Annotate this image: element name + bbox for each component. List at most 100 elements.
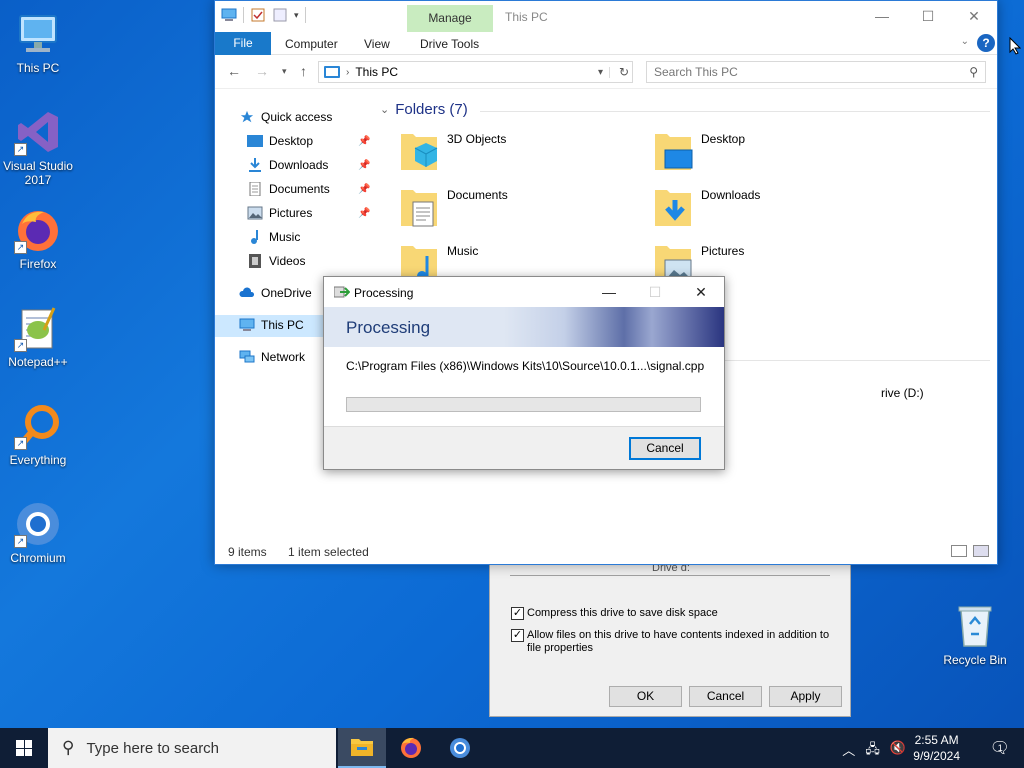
sidebar-item-onedrive[interactable]: OneDrive <box>239 286 312 300</box>
tab-view[interactable]: View <box>364 37 390 51</box>
folder-name: Documents <box>447 188 508 202</box>
desktop-icon-chromium[interactable]: ↗ Chromium <box>0 500 76 565</box>
taskbar-file-explorer[interactable] <box>338 728 386 768</box>
large-icons-view-icon[interactable] <box>973 545 989 557</box>
compress-checkbox[interactable]: ✓ <box>511 607 524 620</box>
search-input[interactable]: Search This PC ⚲ <box>646 61 986 83</box>
windows-logo-icon <box>16 740 32 756</box>
desktop-icon-label: Everything <box>9 453 67 467</box>
computer-icon[interactable] <box>221 7 237 23</box>
desktop-icon-visual-studio[interactable]: ↗ Visual Studio 2017 <box>0 108 76 187</box>
sidebar-item-documents[interactable]: Documents <box>247 182 330 196</box>
file-explorer-icon <box>351 739 373 756</box>
sidebar-item-pictures[interactable]: Pictures <box>247 206 312 220</box>
recent-locations-icon[interactable]: ▾ <box>282 66 287 77</box>
view-switcher <box>951 545 989 557</box>
minimize-button[interactable]: — <box>859 1 905 31</box>
recycle-bin-icon <box>951 602 999 650</box>
folder-item-documents[interactable]: Documents <box>399 186 508 228</box>
help-icon[interactable]: ? <box>977 34 995 52</box>
taskbar-chromium[interactable] <box>436 728 484 768</box>
sidebar-item-music[interactable]: Music <box>247 230 300 244</box>
dialog-heading: Processing <box>346 318 431 337</box>
status-bar: 9 items 1 item selected <box>215 540 997 564</box>
sidebar-item-label: Network <box>261 350 306 364</box>
details-view-icon[interactable] <box>951 545 967 557</box>
close-button[interactable]: ✕ <box>951 1 997 31</box>
sidebar-item-network[interactable]: Network <box>239 350 305 364</box>
volume-muted-icon[interactable]: 🔇 <box>890 740 906 762</box>
forward-arrow-icon[interactable]: → <box>255 63 269 79</box>
pin-icon[interactable]: 📌 <box>358 184 370 195</box>
search-icon: ⚲ <box>969 65 978 79</box>
folder-item-3d-objects[interactable]: 3D Objects <box>399 130 506 172</box>
expand-ribbon-icon[interactable]: ⌄ <box>961 36 969 47</box>
clock[interactable]: 2:55 AM 9/9/2024 <box>913 732 960 764</box>
desktop-icon-label: Visual Studio 2017 <box>3 159 73 187</box>
start-button[interactable] <box>0 728 48 768</box>
sidebar-item-desktop[interactable]: Desktop <box>247 134 313 148</box>
clock-time: 2:55 AM <box>914 733 959 747</box>
ok-button[interactable]: OK <box>609 686 682 707</box>
tab-computer[interactable]: Computer <box>285 37 338 51</box>
new-folder-icon[interactable] <box>272 7 288 23</box>
folder-item-downloads[interactable]: Downloads <box>653 186 760 228</box>
customize-toolbar-icon[interactable]: ▾ <box>294 10 299 21</box>
taskbar-search-box[interactable]: ⚲ Type here to search <box>48 728 336 768</box>
shortcut-arrow-icon: ↗ <box>14 437 27 450</box>
close-button[interactable]: ✕ <box>678 277 724 307</box>
drive-item-d[interactable]: rive (D:) <box>881 386 924 400</box>
desktop-icon-notepadpp[interactable]: ↗ Notepad++ <box>0 304 76 369</box>
tab-manage[interactable]: Manage <box>407 5 493 32</box>
dialog-body: C:\Program Files (x86)\Windows Kits\10\S… <box>324 347 724 427</box>
sidebar-item-label: Videos <box>269 254 306 268</box>
index-drive-option[interactable]: ✓ Allow files on this drive to have cont… <box>511 629 831 655</box>
index-checkbox[interactable]: ✓ <box>511 629 524 642</box>
title-bar: ▾ Manage This PC — ☐ ✕ <box>215 1 997 32</box>
mouse-cursor-icon <box>1009 37 1021 55</box>
sidebar-item-label: Downloads <box>269 158 329 172</box>
tab-file[interactable]: File <box>215 32 271 55</box>
dialog-banner: Processing <box>324 307 724 347</box>
compress-drive-option[interactable]: ✓ Compress this drive to save disk space <box>511 607 718 620</box>
sidebar-item-this-pc[interactable]: This PC <box>239 318 304 332</box>
taskbar-firefox[interactable] <box>387 728 435 768</box>
tab-drive-tools[interactable]: Drive Tools <box>420 37 479 51</box>
refresh-icon[interactable]: ↻ <box>616 65 632 79</box>
maximize-button[interactable]: ☐ <box>905 1 951 31</box>
sidebar-item-videos[interactable]: Videos <box>247 254 305 268</box>
address-bar[interactable]: › This PC ▾ ↻ <box>318 61 633 83</box>
chevron-up-icon[interactable]: ︿ <box>842 740 855 762</box>
window-controls: — ☐ ✕ <box>859 1 997 31</box>
sidebar-item-label: Pictures <box>269 206 313 220</box>
desktop-icon-recycle-bin[interactable]: Recycle Bin <box>937 602 1013 667</box>
up-arrow-icon[interactable]: ↑ <box>300 63 307 79</box>
pin-icon[interactable]: 📌 <box>358 208 370 219</box>
cancel-button[interactable]: Cancel <box>689 686 762 707</box>
folders-group-header[interactable]: ⌄ Folders (7) <box>380 101 468 118</box>
pin-icon[interactable]: 📌 <box>358 160 370 171</box>
shortcut-arrow-icon: ↗ <box>14 535 27 548</box>
chevron-down-icon[interactable]: ▾ <box>592 66 610 78</box>
desktop-icon-firefox[interactable]: ↗ Firefox <box>0 206 76 271</box>
sidebar-item-label: Quick access <box>261 110 333 124</box>
sidebar-item-downloads[interactable]: Downloads <box>247 158 328 172</box>
apply-button[interactable]: Apply <box>769 686 842 707</box>
sidebar-item-quick-access[interactable]: Quick access <box>239 110 332 124</box>
desktop-icon-label: Firefox <box>19 257 57 271</box>
move-arrow-icon <box>334 286 350 298</box>
pin-icon[interactable]: 📌 <box>358 136 370 147</box>
desktop-icon-everything[interactable]: ↗ Everything <box>0 402 76 467</box>
compress-label: Compress this drive to save disk space <box>527 607 718 619</box>
shortcut-arrow-icon: ↗ <box>14 339 27 352</box>
network-icon[interactable]: 🖧 <box>865 740 880 762</box>
downloads-folder-icon <box>655 190 691 226</box>
notification-center-icon[interactable]: 🗨 1 <box>990 738 1010 758</box>
desktop-icon-this-pc[interactable]: This PC <box>0 10 76 75</box>
cancel-button[interactable]: Cancel <box>629 437 701 460</box>
folder-item-desktop[interactable]: Desktop <box>653 130 745 172</box>
back-arrow-icon[interactable]: ← <box>227 63 241 79</box>
minimize-button[interactable]: — <box>586 277 632 307</box>
properties-icon[interactable] <box>250 7 266 23</box>
desktop-folder-icon <box>655 134 693 170</box>
